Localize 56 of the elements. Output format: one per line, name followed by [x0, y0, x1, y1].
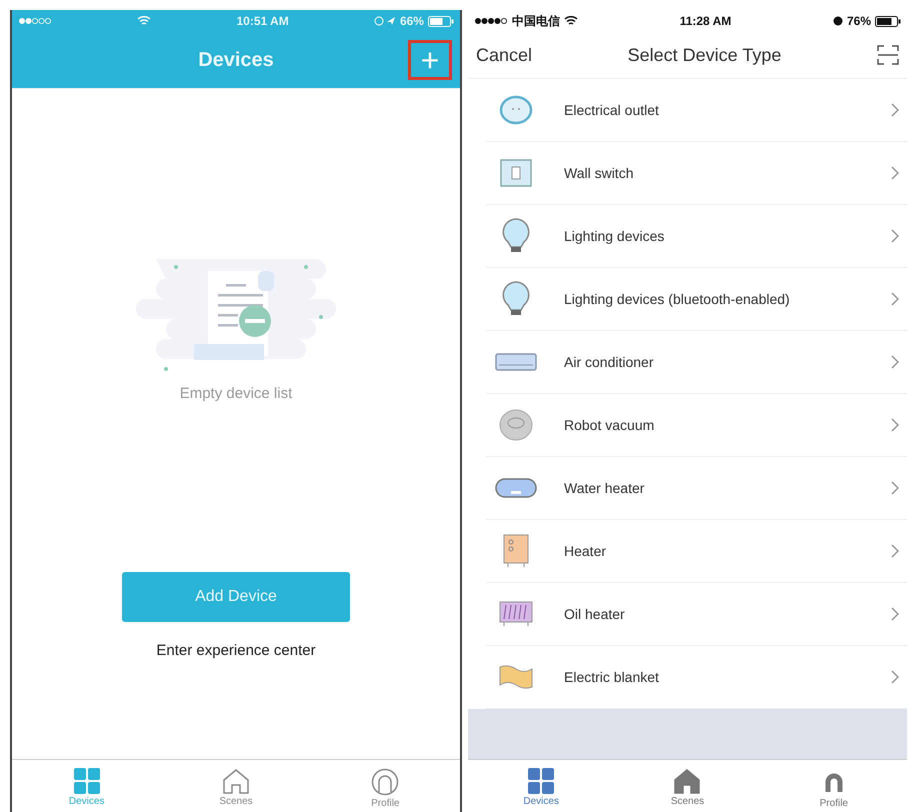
light-bulb-icon [501, 217, 531, 255]
home-icon [673, 768, 702, 794]
chevron-icon [891, 481, 899, 495]
device-type-label: Robot vacuum [564, 417, 656, 433]
switch-icon [500, 159, 532, 187]
chevron-icon [891, 166, 899, 180]
empty-message: Empty device list [180, 385, 292, 402]
chevron-icon [891, 355, 899, 369]
device-type-label: Electric blanket [564, 669, 660, 685]
tab[interactable]: Profile [760, 760, 907, 812]
location-icon [374, 16, 396, 26]
device-type-label: Lighting devices (bluetooth-enabled) [564, 291, 791, 307]
device-type-label: Water heater [564, 480, 646, 496]
battery-percent: 66% [400, 14, 424, 28]
water-heater-icon [495, 478, 537, 498]
signal-icon [474, 17, 508, 25]
chevron-icon [891, 670, 899, 684]
light-bulb-icon [501, 280, 531, 318]
tab[interactable]: Scenes [614, 760, 761, 812]
grid-icon [74, 768, 100, 794]
chevron-icon [891, 544, 899, 558]
chevron-icon [891, 103, 899, 117]
chevron-icon [891, 418, 899, 432]
status-time: 10:51 AM [236, 14, 289, 28]
cancel-button[interactable]: Cancel [476, 44, 532, 66]
home-icon [222, 768, 250, 794]
signal-icon [18, 17, 52, 25]
battery-icon [875, 16, 901, 26]
heater-icon [503, 534, 529, 568]
tab[interactable]: Devices [468, 760, 614, 812]
outlet-icon [499, 95, 533, 125]
battery-percent: 76% [846, 14, 871, 28]
device-type-label: Heater [564, 543, 608, 559]
battery-icon [428, 16, 454, 26]
device-type-label: Electrical outlet [564, 102, 660, 118]
grid-icon [528, 768, 554, 794]
screen-title: Devices [198, 48, 274, 72]
oil-heater-icon [499, 601, 533, 627]
status-time: 11:28 AM [680, 14, 732, 28]
chevron-icon [891, 292, 899, 306]
air-conditioner-icon [495, 353, 537, 371]
screen-title: Select Device Type [628, 44, 782, 66]
device-type-label: Air conditioner [564, 354, 654, 370]
device-type-label: Wall switch [564, 165, 634, 181]
robot-vacuum-icon [499, 409, 533, 441]
carrier-name: 中国电信 [512, 12, 560, 30]
device-type-label: Oil heater [564, 606, 626, 622]
profile-icon [371, 768, 400, 796]
device-type-label: Lighting devices [564, 228, 666, 244]
blanket-icon [499, 664, 533, 690]
chevron-icon [891, 229, 899, 243]
wifi-icon [137, 16, 152, 26]
scan-icon[interactable] [877, 45, 899, 65]
experience-center-link[interactable]: Enter experience center [156, 642, 316, 659]
wifi-icon [564, 16, 578, 26]
chevron-icon [891, 607, 899, 621]
